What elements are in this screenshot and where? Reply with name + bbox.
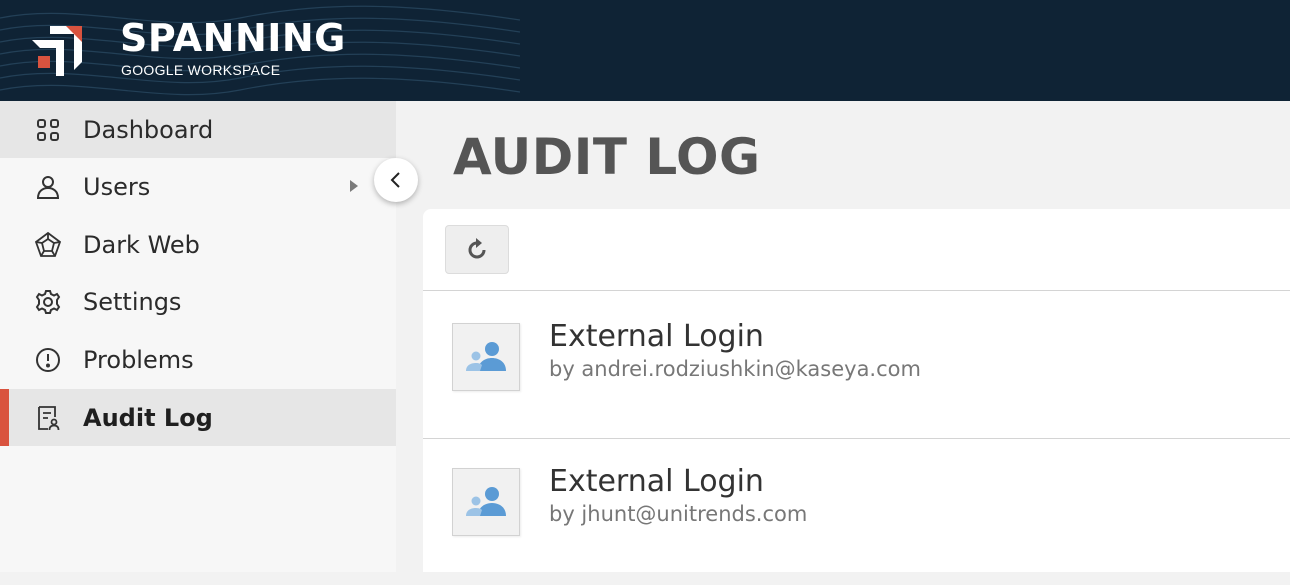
user-icon [36,176,60,199]
sidebar-item-label: Problems [83,346,194,374]
entry-subtitle: by jhunt@unitrends.com [549,502,808,526]
entry-subtitle: by andrei.rodziushkin@kaseya.com [549,357,921,381]
sidebar-item-users[interactable]: Users [0,158,396,215]
refresh-icon [468,238,486,259]
sidebar-item-label: Dark Web [83,231,200,259]
sidebar-item-settings[interactable]: Settings [0,273,396,330]
caret-right-icon[interactable] [348,178,360,194]
dark-web-icon [34,231,62,257]
active-indicator [0,389,9,446]
sidebar-item-audit-log[interactable]: Audit Log [0,389,396,446]
alert-circle-icon [36,348,60,372]
chevron-left-icon [390,172,400,188]
list-item[interactable]: External Login by jhunt@unitrends.com [423,439,1290,585]
list-item[interactable]: External Login by andrei.rodziushkin@kas… [423,291,1290,437]
user-group-icon [466,487,506,516]
brand-name: SPANNING [120,16,346,60]
avatar [452,468,520,536]
user-group-icon [466,342,506,371]
spanning-logo-icon [32,26,82,76]
sidebar-item-dashboard[interactable]: Dashboard [0,101,396,158]
sidebar-item-dark-web[interactable]: Dark Web [0,216,396,273]
collapse-sidebar-button[interactable] [374,158,418,202]
entry-title: External Login [549,464,764,499]
sidebar-item-problems[interactable]: Problems [0,331,396,388]
sidebar-item-label: Settings [83,288,182,316]
app-header: SPANNING GOOGLE WORKSPACE [0,0,1290,101]
sidebar-item-label: Audit Log [83,404,213,432]
audit-log-panel: External Login by andrei.rodziushkin@kas… [423,209,1290,572]
product-name: GOOGLE WORKSPACE [121,62,281,78]
sidebar-item-label: Users [83,173,151,201]
page-title: AUDIT LOG [453,128,761,186]
refresh-button[interactable] [445,225,509,274]
gear-icon [35,290,61,314]
grid-icon [37,119,59,141]
sidebar-item-label: Dashboard [83,116,214,144]
entry-title: External Login [549,319,764,354]
sidebar: Dashboard Users Dark Web Settings Proble… [0,101,396,572]
audit-log-icon [38,406,60,431]
avatar [452,323,520,391]
